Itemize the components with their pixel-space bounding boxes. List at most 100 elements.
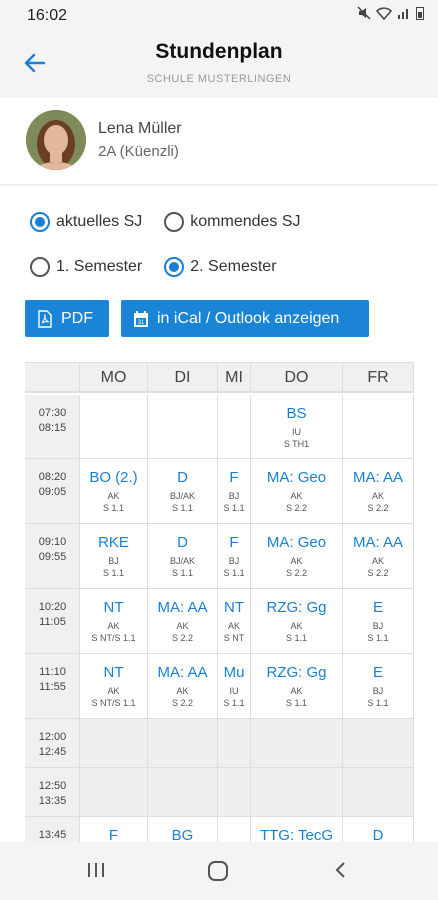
time-slot: 08:20 09:05 <box>25 459 80 523</box>
slot-end: 11:55 <box>39 681 66 693</box>
semester-radio-group: 1. Semester 2. Semester <box>30 257 299 277</box>
lesson-cell[interactable]: F BJ S 1.1 <box>218 459 251 523</box>
lesson-cell[interactable]: E BJ S 1.1 <box>343 654 414 718</box>
ical-outlook-button[interactable]: 31 in iCal / Outlook anzeigen <box>121 300 369 337</box>
lesson-cell[interactable]: MA: AA AK S 2.2 <box>148 589 218 653</box>
radio-button-checked[interactable] <box>164 257 185 277</box>
lesson-teacher: AK <box>176 686 189 696</box>
empty-cell <box>218 395 251 458</box>
lesson-subject: MA: AA <box>157 664 208 681</box>
empty-cell <box>343 395 414 458</box>
student-name: Lena Müller <box>98 120 182 137</box>
lesson-cell[interactable]: MA: Geo AK S 2.2 <box>251 524 343 588</box>
radio-semester-1[interactable]: 1. Semester <box>30 257 142 277</box>
lesson-cell[interactable]: MA: AA AK S 2.2 <box>148 654 218 718</box>
lesson-subject: MA: Geo <box>266 469 327 486</box>
lesson-cell[interactable]: E BJ S 1.1 <box>343 589 414 653</box>
lesson-room: S 1.1 <box>171 503 193 513</box>
lesson-cell[interactable]: D BJ/AK S 1.1 <box>148 459 218 523</box>
radio-label: 1. Semester <box>56 258 143 275</box>
lesson-room: S 1.1 <box>102 503 124 513</box>
timetable-row: 08:20 09:05 BO (2.) AK S 1.1 D BJ/AK S 1.1 F BJ S … <box>25 459 414 524</box>
radio-next-year[interactable]: kommendes SJ <box>164 212 301 232</box>
empty-cell <box>148 768 218 816</box>
lesson-subject: NT <box>224 599 244 616</box>
lesson-cell[interactable]: RKE BJ S 1.1 <box>80 524 148 588</box>
lesson-subject: F <box>108 827 119 842</box>
timetable-row: 12:00 12:45 <box>25 719 414 768</box>
chevron-left-icon <box>335 862 345 878</box>
slot-start: 11:10 <box>39 666 66 678</box>
lesson-room: S 2.2 <box>367 503 389 513</box>
student-class: 2A (Küenzli) <box>98 143 179 160</box>
radio-current-year[interactable]: aktuelles SJ <box>30 212 142 232</box>
lesson-cell[interactable]: MA: Geo AK S 2.2 <box>251 459 343 523</box>
lesson-teacher: BJ <box>228 556 240 566</box>
lesson-room: S 2.2 <box>367 568 389 578</box>
lesson-teacher: BJ <box>228 491 240 501</box>
lesson-cell[interactable]: TTG: TecG <box>251 817 343 842</box>
timetable-row: 09:10 09:55 RKE BJ S 1.1 D BJ/AK S 1.1 F BJ S 1.1 M… <box>25 524 414 589</box>
home-button[interactable] <box>207 860 229 887</box>
lesson-cell[interactable]: D BJ/AK S 1.1 <box>148 524 218 588</box>
battery-icon <box>416 6 424 25</box>
lesson-subject: E <box>372 664 383 681</box>
lesson-teacher: AK <box>107 491 120 501</box>
timetable-row: 11:10 11:55 NT AK S NT/S 1.1 MA: AA AK S 2.2 Mu I… <box>25 654 414 719</box>
day-header: MO <box>80 363 148 393</box>
lesson-room: S TH1 <box>283 439 310 449</box>
status-bar: 16:02 <box>0 0 438 30</box>
timetable-header: MO DI MI DO FR <box>25 363 414 393</box>
empty-cell <box>148 395 218 458</box>
system-nav-bar <box>0 842 438 900</box>
lesson-cell[interactable]: MA: AA AK S 2.2 <box>343 524 414 588</box>
pdf-button[interactable]: PDF <box>25 300 109 337</box>
radio-semester-2[interactable]: 2. Semester <box>164 257 277 277</box>
lesson-teacher: AK <box>290 556 303 566</box>
empty-cell <box>80 395 148 458</box>
time-slot: 10:20 11:05 <box>25 589 80 653</box>
wifi-icon <box>375 6 393 25</box>
empty-cell <box>80 768 148 816</box>
lesson-subject: MA: Geo <box>266 534 327 551</box>
recent-apps-button[interactable] <box>86 860 106 885</box>
lesson-cell[interactable]: D <box>343 817 414 842</box>
calendar-icon: 31 <box>134 310 148 327</box>
lesson-cell[interactable]: RZG: Gg AK S 1.1 <box>251 589 343 653</box>
lesson-subject: MA: AA <box>352 469 404 486</box>
back-nav-button[interactable] <box>331 860 351 885</box>
lesson-cell[interactable]: F BJ S 1.1 <box>218 524 251 588</box>
lesson-cell[interactable]: MA: AA AK S 2.2 <box>343 459 414 523</box>
lesson-subject: F <box>229 469 239 486</box>
slot-start: 12:50 <box>38 780 67 792</box>
radio-button-checked[interactable] <box>30 212 50 232</box>
lesson-subject: MA: AA <box>352 534 404 551</box>
lesson-cell[interactable]: NT AK S NT <box>218 589 251 653</box>
lesson-subject: RZG: Gg <box>266 599 327 616</box>
lesson-teacher: BJ/AK <box>169 491 195 501</box>
lesson-cell[interactable]: NT AK S NT/S 1.1 <box>80 589 148 653</box>
lesson-cell[interactable]: Mu IU S 1.1 <box>218 654 251 718</box>
pdf-file-icon <box>38 309 52 328</box>
radio-button[interactable] <box>30 257 50 277</box>
svg-text:31: 31 <box>138 320 145 326</box>
lesson-room: S 1.1 <box>285 698 307 708</box>
lesson-cell[interactable]: RZG: Gg AK S 1.1 <box>251 654 343 718</box>
recent-apps-icon <box>88 863 104 877</box>
lesson-cell[interactable]: NT AK S NT/S 1.1 <box>80 654 148 718</box>
lesson-room: S 1.1 <box>171 568 193 578</box>
slot-end: 12:45 <box>38 746 67 758</box>
lesson-cell[interactable]: BG <box>148 817 218 842</box>
lesson-cell[interactable]: F <box>80 817 148 842</box>
lesson-subject: F <box>229 534 239 551</box>
lesson-cell[interactable]: BS IU S TH1 <box>251 395 343 458</box>
timetable-corner <box>25 363 80 393</box>
lesson-cell[interactable]: BO (2.) AK S 1.1 <box>80 459 148 523</box>
empty-cell <box>218 768 251 816</box>
lesson-subject: BO (2.) <box>89 469 138 486</box>
time-slot: 12:50 13:35 <box>25 768 80 816</box>
radio-button[interactable] <box>164 212 185 232</box>
timetable-row: 10:20 11:05 NT AK S NT/S 1.1 MA: AA AK S 2.2 NT A… <box>25 589 414 654</box>
lesson-subject: RKE <box>98 534 129 551</box>
slot-end: 09:55 <box>38 551 67 563</box>
